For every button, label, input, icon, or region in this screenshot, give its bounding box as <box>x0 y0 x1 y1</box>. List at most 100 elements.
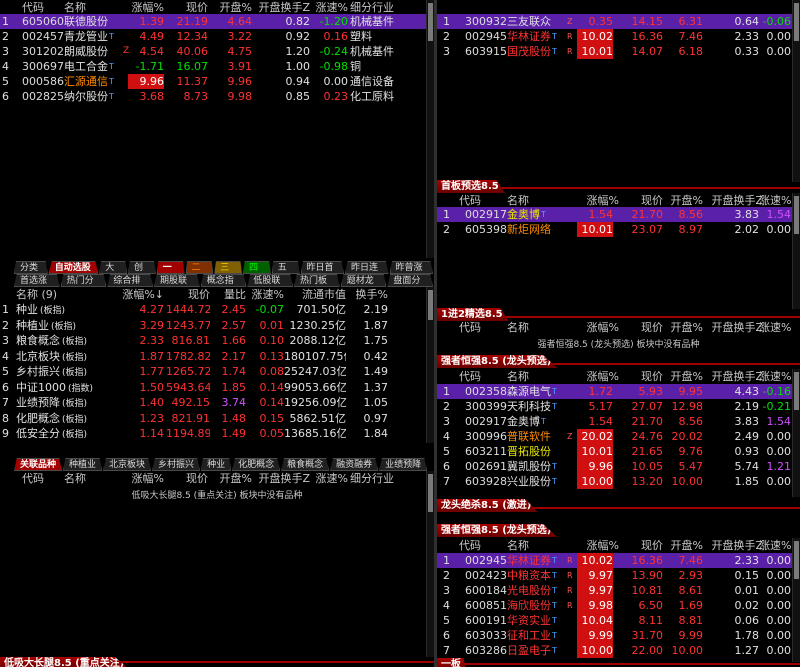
scrollbar[interactable] <box>792 369 800 497</box>
tab-item[interactable]: 种植业 <box>63 458 103 471</box>
col-sector-speed[interactable]: 涨速% <box>246 287 284 302</box>
table-row[interactable]: 5 600191 华资实业T 10.04 8.11 8.81 0.06 0.00 <box>437 613 800 628</box>
tab-item[interactable]: 大涨 <box>99 261 128 274</box>
col-code[interactable]: 代码 <box>22 471 66 486</box>
col-code[interactable]: 代码 <box>22 0 66 15</box>
col-industry[interactable]: 细分行业 <box>350 0 422 15</box>
tab-item[interactable]: 融资融券 <box>330 458 379 471</box>
table-row[interactable]: 4 北京板块(板指) 1.871782.82 2.17 0.13180107.75亿 0.… <box>0 349 434 364</box>
panel-title-one-board[interactable]: 一板 <box>437 658 467 667</box>
col-code[interactable]: 代码 <box>459 538 503 553</box>
table-row[interactable]: 9 低安全分 (板指) 1.14 1194.89 1.49 0.05 13685.16亿 1.8… <box>0 426 434 441</box>
tab-item[interactable]: 种业 <box>201 458 232 471</box>
table-row[interactable]: 1 002945 华林证券T R 10.02 16.36 7.46 2.33 0.00 <box>437 553 800 568</box>
col-change[interactable]: 涨幅% <box>577 369 619 384</box>
table-row[interactable]: 8 化肥概念 (板指) 1.23 821.91 1.48 0.15 5862.51亿 0.97 <box>0 411 434 426</box>
col-open[interactable]: 开盘% <box>663 538 703 553</box>
col-price[interactable]: 现价 <box>623 538 663 553</box>
table-row[interactable]: 6 中证1000 (指数) 1.50 5943.64 1.85 0.14 99053.66亿 1… <box>0 380 434 395</box>
tab-item[interactable]: 热门分布 <box>60 274 107 287</box>
tab-item[interactable]: 分类▲ <box>14 261 48 274</box>
col-code[interactable]: 代码 <box>459 320 503 335</box>
tab-item[interactable]: 综合排名 <box>107 274 154 287</box>
scrollbar[interactable] <box>426 287 434 443</box>
panel-title-dragon[interactable]: 龙头绝杀8.5 (激进) <box>437 499 538 512</box>
table-row[interactable]: 4 300697 电工合金T -1.71 16.07 3.91 1.00 -0.98 铜 <box>0 59 434 74</box>
col-turnover[interactable]: 开盘换手Z <box>703 538 763 553</box>
col-price[interactable]: 现价 <box>166 0 208 15</box>
col-turnover[interactable]: 开盘换手Z <box>703 193 763 208</box>
col-open[interactable]: 开盘% <box>663 193 703 208</box>
table-row[interactable]: 7 603286 日盈电子T 10.00 22.00 10.00 1.27 0.00 <box>437 643 800 658</box>
table-row[interactable]: 3 600184 光电股份T R 9.97 10.81 8.61 0.01 0.00 <box>437 583 800 598</box>
tab-item[interactable]: 二板 <box>185 261 214 274</box>
table-row[interactable]: 2 605398 新炬网络 10.01 23.07 8.97 2.02 0.00 <box>437 222 800 237</box>
col-industry[interactable]: 细分行业 <box>350 471 422 486</box>
tab-item[interactable]: 五板 <box>271 261 300 274</box>
col-speed[interactable]: 涨速% <box>759 320 791 335</box>
tab-item[interactable]: 盘面分析 <box>387 274 434 287</box>
tab-item[interactable]: 自动选股▲ <box>48 261 99 274</box>
panel-title-first-board[interactable]: 首板预选8.5 <box>437 180 505 193</box>
table-row[interactable]: 3 002917 金奥博T 1.54 21.70 8.56 3.83 1.54 <box>437 414 800 429</box>
tab-item[interactable]: 粮食概念 <box>281 458 330 471</box>
table-row[interactable]: 2 002945 华林证券T R 10.02 16.36 7.46 2.33 0.00 <box>437 29 800 44</box>
col-change[interactable]: 涨幅% <box>122 0 164 15</box>
col-name[interactable]: 名称 <box>507 538 567 553</box>
tab-item[interactable]: 创业 <box>128 261 156 274</box>
table-row[interactable]: 7 业绩预降 (板指) 1.40 492.15 3.74 0.14 19256.09亿 1.05 <box>0 395 434 410</box>
table-row[interactable]: 3 301202 朗威股份 Z 4.54 40.06 4.75 1.20 -0.24 机械基件 <box>0 44 434 59</box>
col-code[interactable]: 代码 <box>459 193 503 208</box>
col-price[interactable]: 现价 <box>623 193 663 208</box>
panel-title-strong-2[interactable]: 强者恒强8.5 (龙头预选) <box>437 524 558 537</box>
tab-item[interactable]: 低股联动 <box>247 274 294 287</box>
table-row[interactable]: 3 粮食概念 (板指) 2.33 816.81 1.66 0.10 2088.12亿 1.75 <box>0 333 434 348</box>
table-row[interactable]: 1 002358 森源电气T 1.72 5.93 9.95 4.43 -0.16 <box>437 384 800 399</box>
col-open[interactable]: 开盘% <box>206 471 252 486</box>
tab-item[interactable]: 四板 <box>243 261 271 274</box>
panel-title-low-buy[interactable]: 低吸大长腿8.5 (重点关注) <box>0 657 131 667</box>
col-open[interactable]: 开盘% <box>663 369 703 384</box>
table-row[interactable]: 4 600851 海欣股份T R 9.98 6.50 1.69 0.02 0.00 <box>437 598 800 613</box>
col-price[interactable]: 现价 <box>166 471 208 486</box>
col-change[interactable]: 涨幅% <box>577 538 619 553</box>
col-speed[interactable]: 涨速% <box>759 538 791 553</box>
panel-title-strong[interactable]: 强者恒强8.5 (龙头预选) <box>437 355 558 368</box>
col-sector-name[interactable]: 名称 (9) <box>16 287 96 302</box>
col-sector-change[interactable]: 涨幅%↓ <box>118 287 164 302</box>
tab-item[interactable]: 昨曾涨停 <box>389 261 433 274</box>
table-row[interactable]: 2 300399 天利科技T 5.17 27.07 12.98 2.19 -0.21 <box>437 399 800 414</box>
col-name[interactable]: 名称 <box>507 369 567 384</box>
tab-item[interactable]: 昨日连板 <box>345 261 389 274</box>
col-change[interactable]: 涨幅% <box>577 320 619 335</box>
table-row[interactable]: 5 000586 汇源通信T 9.96 11.37 9.96 0.94 0.00 通信设备 <box>0 74 434 89</box>
tab-item[interactable]: 期股联动 <box>154 274 200 287</box>
tab-item[interactable]: 业绩预降 <box>379 458 428 471</box>
col-sector-price[interactable]: 现价 <box>166 287 210 302</box>
table-row[interactable]: 6 002825 纳尔股份T 3.68 8.73 9.98 0.85 0.23 化工原料 <box>0 89 434 104</box>
tab-item[interactable]: 首选涨停 <box>14 274 60 287</box>
tab-item[interactable]: 题材龙头 <box>340 274 387 287</box>
col-change[interactable]: 涨幅% <box>122 471 164 486</box>
scrollbar[interactable] <box>792 0 800 182</box>
col-turnover[interactable]: 开盘换手Z <box>703 320 763 335</box>
tab-item[interactable]: 北京板块 <box>103 458 152 471</box>
table-row[interactable]: 1 002917 金奥博T 1.54 21.70 8.56 3.83 1.54 <box>437 207 800 222</box>
table-row[interactable]: 2 002457 青龙管业T 4.49 12.34 3.22 0.92 0.16 塑料 <box>0 29 434 44</box>
col-speed[interactable]: 涨速% <box>759 193 791 208</box>
tab-item[interactable]: 化肥概念 <box>232 458 281 471</box>
table-row[interactable]: 7 603928 兴业股份T 10.00 13.20 10.00 1.85 0.00 <box>437 474 800 489</box>
col-turnover[interactable]: 开盘换手Z <box>703 369 763 384</box>
tab-item[interactable]: 三板 <box>214 261 243 274</box>
table-row[interactable]: 2 种植业 (板指) 3.29 1243.77 2.57 0.01 1230.25亿 1.87 <box>0 318 434 333</box>
col-price[interactable]: 现价 <box>623 369 663 384</box>
tab-item[interactable]: 昨日首板 <box>300 261 345 274</box>
scrollbar[interactable] <box>426 471 434 657</box>
col-name[interactable]: 名称 <box>64 471 124 486</box>
col-change[interactable]: 涨幅% <box>577 193 619 208</box>
table-row[interactable]: 3 603915 国茂股份T R 10.01 14.07 6.18 0.33 0.00 <box>437 44 800 59</box>
table-row[interactable]: 6 002691 冀凯股份T 9.96 10.05 5.47 5.74 1.21 <box>437 459 800 474</box>
col-turnover[interactable]: 开盘换手Z <box>254 0 310 15</box>
table-row[interactable]: 4 300996 普联软件 Z 20.02 24.76 20.02 2.49 0.00 <box>437 429 800 444</box>
tab-item[interactable]: 热门板块 <box>294 274 340 287</box>
